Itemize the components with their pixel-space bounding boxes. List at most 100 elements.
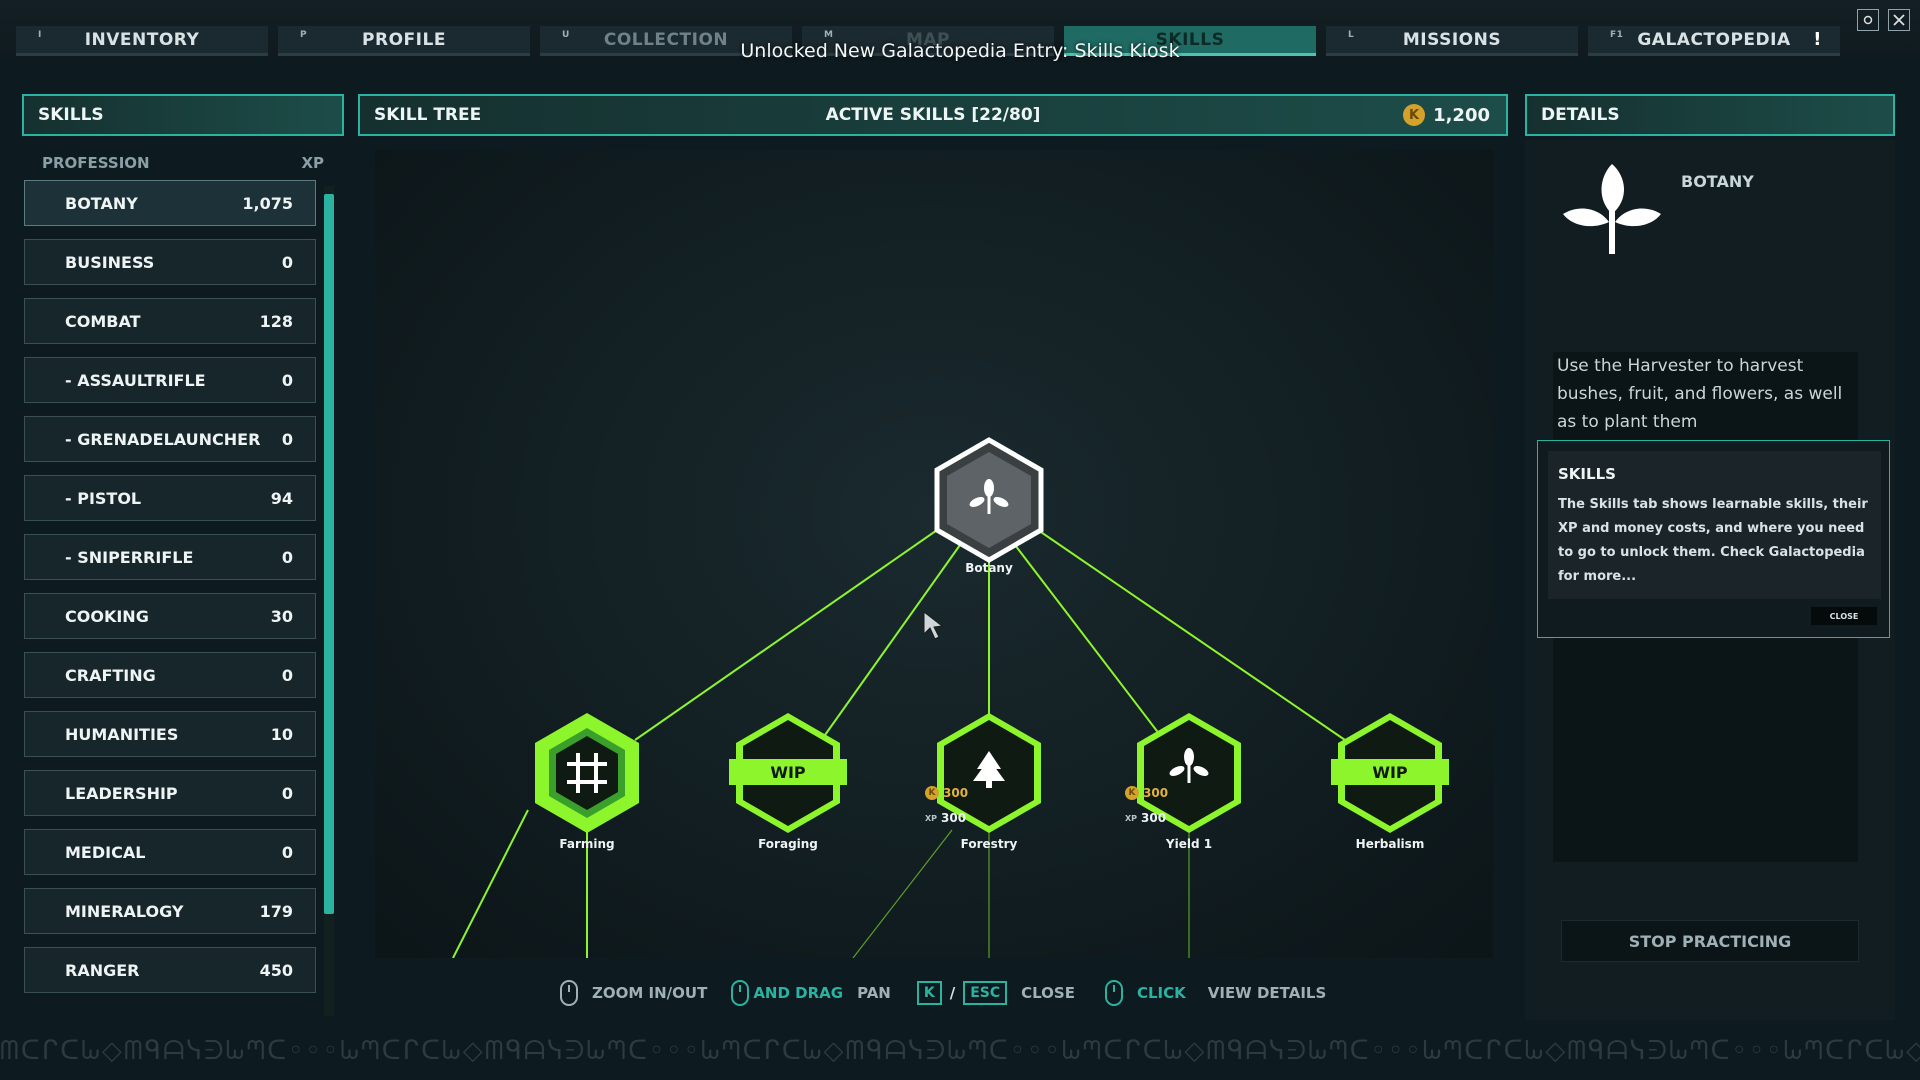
skills-panel-header: SKILLS [22,94,344,136]
tooltip-close-button[interactable]: CLOSE [1811,607,1877,625]
skill-row-name: - GRENADELAUNCHER [65,429,261,449]
tab-inventory[interactable]: I INVENTORY [16,26,268,56]
coin-icon: K [925,786,939,800]
xp-tag: XP [925,813,938,823]
node-label-foraging[interactable]: Foraging [728,837,848,851]
hint-click: CLICK [1136,984,1186,1002]
scrollbar-thumb[interactable] [324,194,334,914]
tab-key: M [824,30,834,40]
skill-row-xp: 10 [270,724,293,744]
close-icon[interactable] [1888,9,1910,31]
node-label-botany[interactable]: Botany [929,561,1049,575]
xp-cost-value: 300 [941,811,967,825]
money-cost-value: 300 [943,786,969,800]
scrollbar[interactable] [324,186,334,1016]
skill-row-xp: 0 [281,547,293,567]
details-skill-name: BOTANY [1681,172,1754,191]
details-panel-title: DETAILS [1541,105,1620,125]
skill-tree-header: SKILL TREE ACTIVE SKILLS [22/80] K 1,200 [358,94,1508,136]
skill-row-grenadelauncher[interactable]: - GRENADELAUNCHER 0 [24,416,316,462]
xp-tag: XP [1125,813,1138,823]
stop-practicing-button[interactable]: STOP PRACTICING [1561,920,1859,962]
skill-tree-canvas[interactable]: Botany Farming Foraging Forestry Yield 1… [375,150,1493,958]
skill-row-botany[interactable]: BOTANY 1,075 [24,180,316,226]
tab-key: L [1348,30,1355,40]
skill-row-pistol[interactable]: - PISTOL 94 [24,475,316,521]
connector-herbalism [1034,527,1346,741]
settings-icon[interactable] [1857,9,1879,31]
skill-row-xp: 0 [281,252,293,272]
yield-xp-cost: XP 300 [1125,811,1166,825]
decorative-glyph-strip: ᗰᑕᒋᑕᘈ◇ᗰᑫᗩᓭᕭᘈᘉᑕ◦◦◦ᘈᘉᑕᒋᑕᘈ◇ᗰᑫᗩᓭᕭᘈᘉᑕ◦◦◦ᘈᘉᑕᒋᑕ… [0,1036,1920,1066]
skill-row-xp: 30 [270,606,293,626]
hint-slash: / [949,984,956,1002]
alert-badge: ! [1813,29,1822,50]
wip-badge-foraging: WIP [729,759,847,785]
tab-label: PROFILE [362,29,446,50]
tooltip-title: SKILLS [1558,465,1616,483]
details-panel-header: DETAILS [1525,94,1895,136]
wip-badge-herbalism: WIP [1331,759,1449,785]
skill-row-leadership[interactable]: LEADERSHIP 0 [24,770,316,816]
skill-row-xp: 1,075 [242,193,293,213]
node-label-forestry[interactable]: Forestry [929,837,1049,851]
currency-amount: 1,200 [1433,104,1490,126]
tab-key: F1 [1610,30,1624,40]
skill-row-business[interactable]: BUSINESS 0 [24,239,316,285]
details-panel: BOTANY Use the Harvester to harvest bush… [1525,140,1895,1020]
key-k: K [916,981,942,1005]
skill-row-name: COOKING [65,606,149,626]
skill-row-name: BOTANY [65,193,138,213]
tab-label: COLLECTION [603,29,729,50]
mouse-left-icon [731,980,750,1006]
skill-row-cooking[interactable]: COOKING 30 [24,593,316,639]
skill-row-xp: 450 [259,960,293,980]
root-node-botany [934,437,1044,563]
tab-label: GALACTOPEDIA [1637,29,1791,50]
list-column-headers: PROFESSION XP [42,154,324,172]
skill-row-crafting[interactable]: CRAFTING 0 [24,652,316,698]
skill-row-assaultrifle[interactable]: - ASSAULTRIFLE 0 [24,357,316,403]
node-label-farming[interactable]: Farming [527,837,647,851]
skill-row-sniperrifle[interactable]: - SNIPERRIFLE 0 [24,534,316,580]
hint-zoom: ZOOM IN/OUT [592,984,708,1002]
hint-view-details: VIEW DETAILS [1207,984,1327,1002]
skill-row-ranger[interactable]: RANGER 450 [24,947,316,993]
skill-row-xp: 0 [281,842,293,862]
leaf-icon [1563,164,1661,254]
skill-row-medical[interactable]: MEDICAL 0 [24,829,316,875]
skills-panel-title: SKILLS [38,105,104,125]
mouse-scroll-icon [560,980,578,1006]
tab-missions[interactable]: L MISSIONS [1326,26,1578,56]
skill-row-humanities[interactable]: HUMANITIES 10 [24,711,316,757]
connector-farming [634,527,941,741]
skill-row-xp: 0 [281,370,293,390]
node-label-yield-1[interactable]: Yield 1 [1129,837,1249,851]
tab-profile[interactable]: P PROFILE [278,26,530,56]
active-skills-count: ACTIVE SKILLS [22/80] [825,105,1041,125]
skill-row-xp: 0 [281,429,293,449]
hint-close: CLOSE [1021,984,1075,1002]
hint-drag: AND DRAG [753,984,844,1002]
skill-row-xp: 0 [281,783,293,803]
mouse-cursor-icon [923,610,944,640]
tab-label: INVENTORY [84,29,200,50]
currency-display: K 1,200 [1403,104,1490,126]
node-label-herbalism[interactable]: Herbalism [1330,837,1450,851]
forestry-money-cost: K 300 [925,786,968,800]
notification-banner: Unlocked New Galactopedia Entry: Skills … [740,40,1180,62]
skill-row-xp: 94 [270,488,293,508]
skill-row-mineralogy[interactable]: MINERALOGY 179 [24,888,316,934]
skill-tree-title: SKILL TREE [374,105,482,125]
forestry-xp-cost: XP 300 [925,811,966,825]
tab-key: I [38,30,42,40]
skill-row-name: CRAFTING [65,665,156,685]
controls-hint-bar: ZOOM IN/OUT AND DRAG PAN K / ESC CLOSE C… [560,978,1326,1008]
tab-galactopedia[interactable]: F1 GALACTOPEDIA ! [1588,26,1840,56]
skill-row-name: RANGER [65,960,140,980]
mouse-click-icon [1104,980,1123,1006]
skill-row-xp: 0 [281,665,293,685]
tooltip-body: The Skills tab shows learnable skills, t… [1558,497,1868,584]
skill-row-name: - SNIPERRIFLE [65,547,194,567]
skill-row-combat[interactable]: COMBAT 128 [24,298,316,344]
